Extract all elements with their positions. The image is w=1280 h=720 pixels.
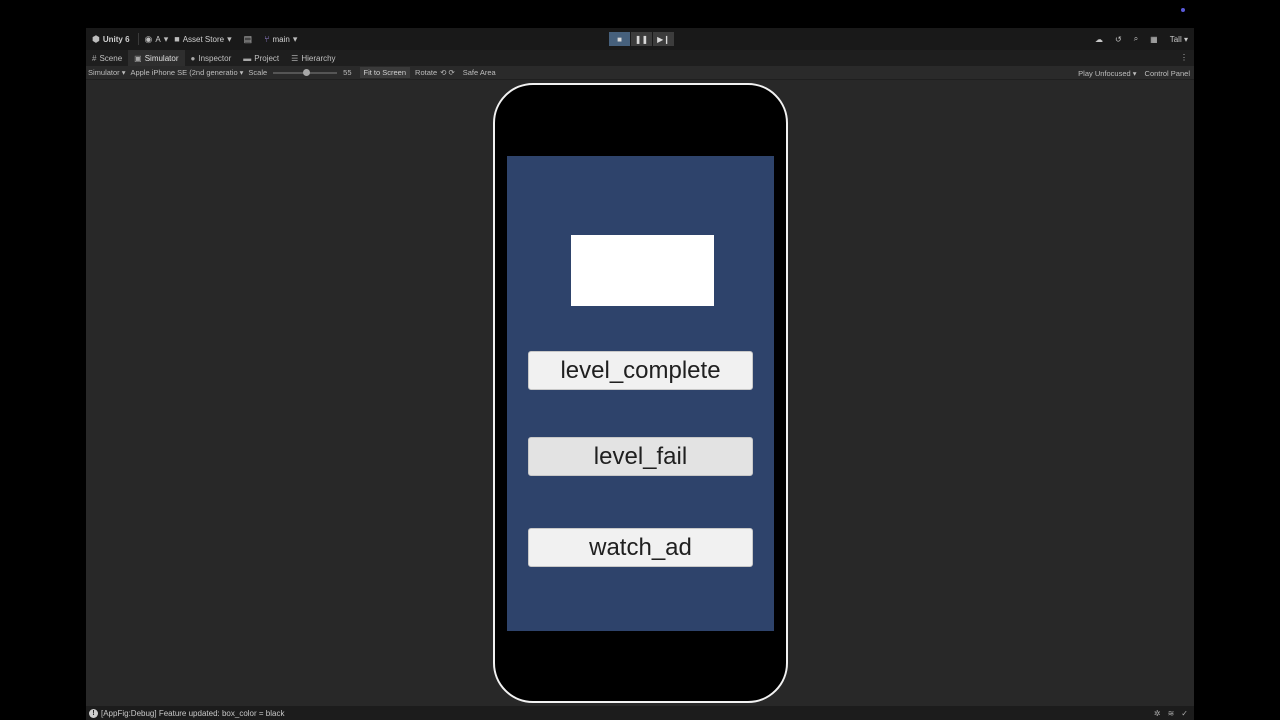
play-mode-dropdown[interactable]: Play Unfocused ▾ [1078, 69, 1136, 78]
safe-area-toggle[interactable]: Safe Area [463, 68, 496, 77]
account-icon: ◉ [144, 33, 153, 44]
info-icon: ● [190, 53, 196, 63]
status-icons: ✲ ≋ ✓ [1154, 706, 1188, 720]
game-screen: level_complete level_fail watch_ad [507, 156, 774, 631]
asset-store-label: Asset Store [182, 34, 225, 44]
simulator-toolbar: Simulator ▾ Apple iPhone SE (2nd generat… [86, 66, 1194, 80]
tab-scene[interactable]: # Scene [86, 50, 128, 66]
main-toolbar: ⬢ Unity 6 ◉ A ▾ ■ Asset Store ▾ ▤ ⑂ main… [86, 28, 1194, 50]
level-fail-button[interactable]: level_fail [528, 437, 753, 476]
tab-simulator[interactable]: ▣ Simulator [128, 50, 185, 66]
branch-label: main [272, 34, 290, 44]
asset-store-dropdown[interactable]: ■ Asset Store ▾ [174, 34, 231, 45]
chevron-down-icon: ▾ [1183, 34, 1188, 44]
mode-label: Simulator [88, 68, 120, 77]
mode-dropdown[interactable]: Simulator ▾ [88, 68, 125, 77]
scale-label: Scale [248, 68, 268, 77]
unity-logo-icon: ⬢ [92, 33, 100, 44]
toolbar-right: ☁ ↺ ⌕ ▦ Tall ▾ [1095, 28, 1188, 50]
chevron-down-icon: ▾ [163, 33, 169, 44]
simbar-right: Play Unfocused ▾ Control Panel [1078, 66, 1190, 80]
tab-label: Hierarchy [301, 53, 336, 63]
bag-icon: ■ [174, 34, 180, 44]
simulator-icon: ▣ [134, 53, 142, 63]
account-dropdown[interactable]: ◉ A ▾ [145, 34, 169, 45]
bug-icon[interactable]: ✲ [1154, 709, 1161, 718]
chevron-down-icon: ▾ [239, 68, 244, 77]
pause-icon: ❚❚ [634, 34, 649, 44]
folder-icon: ▬ [243, 53, 252, 63]
pause-button[interactable]: ❚❚ [631, 32, 652, 46]
tab-label: Scene [99, 53, 123, 63]
window-tabs: # Scene ▣ Simulator ● Inspector ▬ Projec… [86, 50, 1194, 66]
step-button[interactable]: ▶❙ [653, 32, 674, 46]
branch-icon: ⑂ [264, 34, 270, 44]
more-options-icon[interactable]: ⋮ [1180, 53, 1188, 62]
play-button[interactable]: ■ [609, 32, 630, 46]
package-icon: ▤ [243, 33, 253, 44]
level-complete-button[interactable]: level_complete [528, 351, 753, 390]
console-status-bar[interactable]: ! [AppFig:Debug] Feature updated: box_co… [86, 706, 1194, 720]
branch-dropdown[interactable]: ⑂ main ▾ [264, 34, 297, 45]
rotate-left-icon[interactable]: ⟲ [440, 68, 446, 77]
color-box [571, 235, 714, 306]
tab-label: Project [254, 53, 280, 63]
chevron-down-icon: ▾ [1132, 68, 1137, 78]
info-message-icon: ! [89, 708, 98, 718]
search-icon[interactable]: ⌕ [1134, 34, 1138, 44]
play-controls: ■ ❚❚ ▶❙ [609, 32, 674, 46]
tab-hierarchy[interactable]: ☰ Hierarchy [285, 50, 341, 66]
device-dropdown[interactable]: Apple iPhone SE (2nd generatio ▾ [130, 68, 243, 77]
tab-inspector[interactable]: ● Inspector [185, 50, 238, 66]
tab-label: Inspector [198, 53, 232, 63]
grid-icon: # [92, 53, 97, 63]
fit-to-screen-button[interactable]: Fit to Screen [359, 67, 411, 78]
divider [137, 33, 139, 45]
account-label: A [155, 34, 161, 44]
status-message: [AppFig:Debug] Feature updated: box_colo… [101, 708, 285, 718]
watch-ad-button[interactable]: watch_ad [528, 528, 753, 567]
device-frame: level_complete level_fail watch_ad [493, 83, 788, 703]
device-label: Apple iPhone SE (2nd generatio [130, 68, 238, 77]
slider-handle[interactable] [303, 68, 311, 76]
indicator-dot [1181, 8, 1185, 12]
list-icon: ☰ [291, 53, 299, 63]
scale-slider[interactable] [273, 68, 338, 76]
control-panel-button[interactable]: Control Panel [1145, 69, 1190, 78]
chevron-down-icon: ▾ [121, 68, 126, 77]
scale-value: 55 [343, 68, 352, 77]
chevron-down-icon: ▾ [227, 33, 232, 44]
cloud-icon[interactable]: ☁ [1095, 35, 1103, 44]
unity-menu[interactable]: ⬢ Unity 6 [92, 34, 130, 45]
layers-icon[interactable]: ▦ [1150, 35, 1158, 44]
app-name: Unity 6 [102, 34, 130, 44]
rotate-right-icon[interactable]: ⟳ [448, 68, 454, 77]
package-button[interactable]: ▤ [244, 34, 253, 45]
layout-label: Tall [1169, 34, 1182, 44]
chevron-down-icon: ▾ [292, 33, 298, 44]
check-circle-icon[interactable]: ✓ [1181, 709, 1188, 718]
stop-icon: ■ [617, 34, 622, 44]
step-icon: ▶❙ [657, 34, 670, 44]
tab-label: Simulator [144, 53, 179, 63]
stack-icon[interactable]: ≋ [1168, 709, 1175, 718]
play-mode-label: Play Unfocused [1078, 68, 1131, 78]
history-icon[interactable]: ↺ [1115, 35, 1122, 44]
layout-dropdown[interactable]: Tall ▾ [1170, 35, 1188, 44]
unity-editor: ⬢ Unity 6 ◉ A ▾ ■ Asset Store ▾ ▤ ⑂ main… [86, 28, 1194, 720]
tab-project[interactable]: ▬ Project [237, 50, 285, 66]
rotate-label: Rotate [415, 68, 438, 77]
